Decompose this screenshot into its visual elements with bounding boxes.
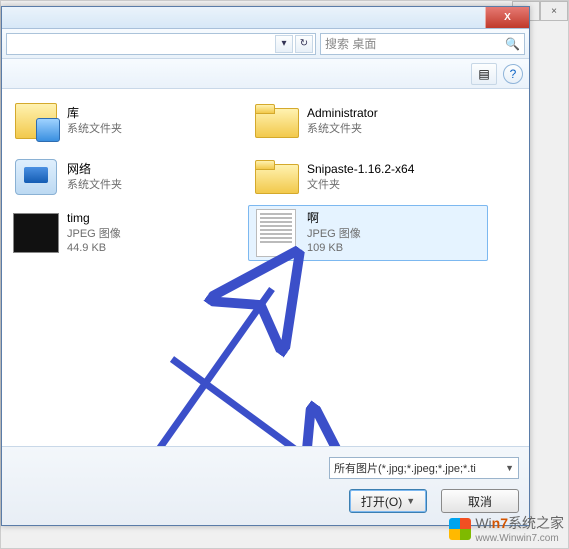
library-icon (13, 98, 59, 144)
search-icon: 🔍 (505, 37, 520, 51)
file-open-dialog: X ▾ ↻ 搜索 桌面 🔍 ▤ ? 库系统文件夹Administrator系统文… (1, 6, 530, 526)
dialog-close-button[interactable]: X (485, 7, 529, 28)
navigation-bar: ▾ ↻ 搜索 桌面 🔍 (2, 29, 529, 59)
refresh-icon[interactable]: ↻ (295, 35, 313, 53)
file-item[interactable]: Administrator系统文件夹 (248, 93, 488, 149)
file-item-meta: timgJPEG 图像44.9 KB (67, 211, 121, 255)
breadcrumb[interactable]: ▾ ↻ (6, 33, 316, 55)
file-item-type: 文件夹 (307, 178, 414, 192)
file-item-name: 啊 (307, 211, 361, 227)
file-item-meta: Administrator系统文件夹 (307, 106, 378, 136)
chevron-down-icon: ▼ (406, 496, 415, 506)
dialog-titlebar: X (2, 7, 529, 29)
dialog-buttons: 打开(O) ▼ 取消 (349, 489, 519, 513)
file-item-size: 44.9 KB (67, 241, 121, 255)
file-item-name: Snipaste-1.16.2-x64 (307, 162, 414, 178)
document-thumbnail-icon (253, 210, 299, 256)
file-type-filter-text: 所有图片(*.jpg;*.jpeg;*.jpe;*.ti (334, 460, 476, 476)
network-icon (13, 154, 59, 200)
file-item-type: 系统文件夹 (67, 178, 122, 192)
view-mode-button[interactable]: ▤ (471, 63, 497, 85)
file-item-name: 网络 (67, 162, 122, 178)
file-item-type: JPEG 图像 (67, 227, 121, 241)
file-item-type: 系统文件夹 (307, 122, 378, 136)
file-item[interactable]: 库系统文件夹 (8, 93, 248, 149)
folder-icon (253, 154, 299, 200)
cancel-button[interactable]: 取消 (441, 489, 519, 513)
file-item-size: 109 KB (307, 241, 361, 255)
search-placeholder: 搜索 桌面 (325, 35, 376, 52)
file-item-meta: 网络系统文件夹 (67, 162, 122, 192)
file-item-name: Administrator (307, 106, 378, 122)
file-item-type: JPEG 图像 (307, 227, 361, 241)
image-thumbnail-icon (13, 210, 59, 256)
file-item[interactable]: 网络系统文件夹 (8, 149, 248, 205)
windows-logo-icon (449, 518, 471, 540)
file-item[interactable]: Snipaste-1.16.2-x64文件夹 (248, 149, 488, 205)
watermark-brand: Win7系统之家 (475, 515, 564, 531)
folder-icon (253, 98, 299, 144)
open-button[interactable]: 打开(O) ▼ (349, 489, 427, 513)
watermark: Win7系统之家 www.Winwin7.com (449, 513, 564, 544)
file-item-name: 库 (67, 106, 122, 122)
file-item-type: 系统文件夹 (67, 122, 122, 136)
breadcrumb-dropdown-icon[interactable]: ▾ (275, 35, 293, 53)
file-item-meta: Snipaste-1.16.2-x64文件夹 (307, 162, 414, 192)
chevron-down-icon: ▼ (505, 463, 514, 473)
parent-close-button[interactable]: × (540, 1, 568, 21)
toolbar: ▤ ? (2, 59, 529, 89)
file-item[interactable]: 啊JPEG 图像109 KB (248, 205, 488, 261)
file-type-filter[interactable]: 所有图片(*.jpg;*.jpeg;*.jpe;*.ti ▼ (329, 457, 519, 479)
file-item-meta: 啊JPEG 图像109 KB (307, 211, 361, 255)
search-input[interactable]: 搜索 桌面 🔍 (320, 33, 525, 55)
help-button[interactable]: ? (503, 64, 523, 84)
watermark-url: www.Winwin7.com (475, 533, 564, 544)
file-item-name: timg (67, 211, 121, 227)
file-item-meta: 库系统文件夹 (67, 106, 122, 136)
file-list[interactable]: 库系统文件夹Administrator系统文件夹网络系统文件夹Snipaste-… (2, 89, 529, 446)
file-item[interactable]: timgJPEG 图像44.9 KB (8, 205, 248, 261)
open-button-label: 打开(O) (361, 493, 402, 510)
